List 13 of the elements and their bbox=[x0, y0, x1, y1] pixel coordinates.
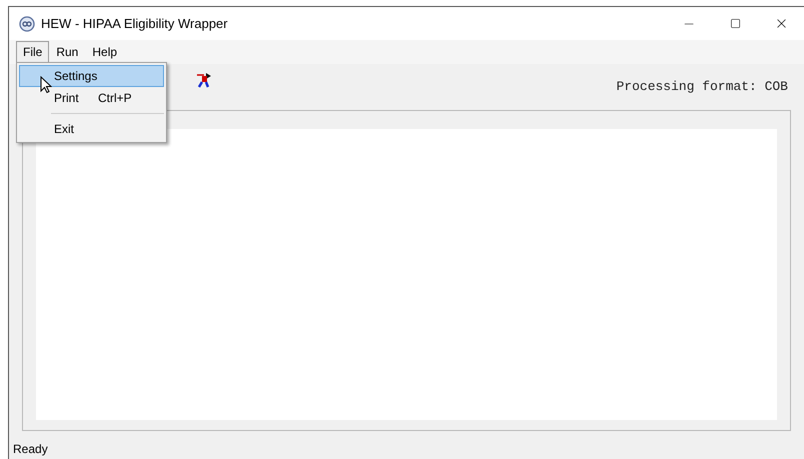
menu-option[interactable]: Settings bbox=[19, 65, 164, 87]
running-figure-icon[interactable] bbox=[195, 71, 213, 89]
menu-item[interactable]: Help bbox=[85, 41, 124, 63]
menu-item[interactable]: Run bbox=[49, 41, 86, 63]
status-text: Ready bbox=[13, 441, 48, 458]
app-logo-icon bbox=[19, 16, 35, 32]
cursor-icon bbox=[40, 76, 52, 94]
menu-item[interactable]: File bbox=[16, 41, 50, 63]
processing-format-label: Processing format: COB bbox=[616, 78, 788, 96]
maximize-icon[interactable] bbox=[730, 18, 740, 29]
menu-option[interactable]: Print Ctrl+P bbox=[19, 87, 164, 109]
menu-option[interactable]: Exit bbox=[19, 118, 164, 140]
window-title: HEW - HIPAA Eligibility Wrapper bbox=[41, 14, 228, 33]
